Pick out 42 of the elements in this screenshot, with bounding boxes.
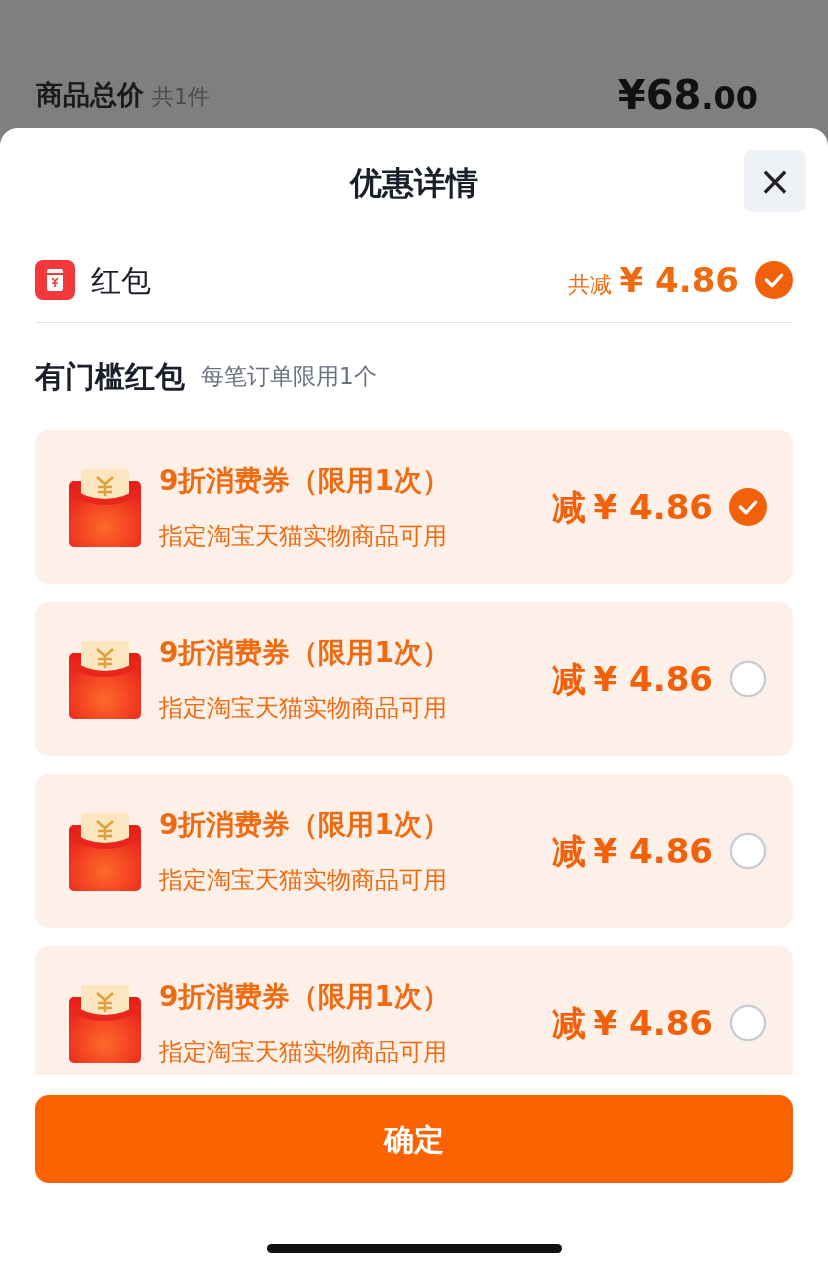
discount-label: 减 (551, 1001, 586, 1045)
checked-radio[interactable] (729, 488, 767, 526)
section-label: 红包 (91, 261, 151, 300)
unchecked-radio[interactable] (729, 660, 767, 698)
coupon-title: 9折消费券（限用1次） (159, 979, 451, 1015)
coupon-description: 指定淘宝天猫实物商品可用 (159, 693, 448, 724)
price-decimal: .00 (701, 78, 758, 119)
coupon-title: 9折消费券（限用1次） (159, 807, 451, 843)
envelope-icon (69, 467, 141, 547)
checked-radio[interactable] (755, 261, 793, 299)
discount-amount: ¥ 4.86 (593, 1001, 713, 1045)
sheet-title: 优惠详情 (350, 163, 478, 204)
total-amount: ¥ 4.86 (619, 258, 739, 302)
discount-amount: ¥ 4.86 (593, 829, 713, 873)
label: 商品总价 (36, 77, 144, 112)
coupon-description: 指定淘宝天猫实物商品可用 (159, 521, 448, 552)
coupon-title: 9折消费券（限用1次） (159, 635, 451, 671)
confirm-button[interactable]: 确定 (35, 1095, 793, 1183)
coupon-description: 指定淘宝天猫实物商品可用 (159, 1037, 448, 1068)
total-label: 共减 (567, 270, 612, 299)
section-note: 每笔订单限用1个 (201, 362, 377, 392)
discount-amount: ¥ 4.86 (593, 657, 713, 701)
envelope-icon (69, 811, 141, 891)
coupon-card[interactable]: 9折消费券（限用1次） 指定淘宝天猫实物商品可用 减 ¥ 4.86 (35, 602, 793, 756)
unchecked-radio[interactable] (729, 1004, 767, 1042)
discount-label: 减 (551, 829, 586, 873)
discount-label: 减 (551, 657, 586, 701)
yen-packet-icon (35, 260, 75, 300)
coupon-card[interactable]: 9折消费券（限用1次） 指定淘宝天猫实物商品可用 减 ¥ 4.86 (35, 430, 793, 584)
close-button[interactable]: × (744, 150, 806, 212)
coupon-card[interactable]: 9折消费券（限用1次） 指定淘宝天猫实物商品可用 减 ¥ 4.86 (35, 774, 793, 928)
discount-label: 减 (551, 485, 586, 529)
price: ¥68 (617, 71, 702, 120)
envelope-icon (69, 639, 141, 719)
envelope-icon (69, 983, 141, 1063)
coupon-card[interactable]: 9折消费券（限用1次） 指定淘宝天猫实物商品可用 减 ¥ 4.86 (35, 946, 793, 1075)
discount-amount: ¥ 4.86 (593, 485, 713, 529)
coupon-description: 指定淘宝天猫实物商品可用 (159, 865, 448, 896)
home-indicator[interactable] (267, 1244, 562, 1253)
section-title: 有门槛红包 (35, 358, 185, 396)
unchecked-radio[interactable] (729, 832, 767, 870)
coupon-title: 9折消费券（限用1次） (159, 463, 451, 499)
